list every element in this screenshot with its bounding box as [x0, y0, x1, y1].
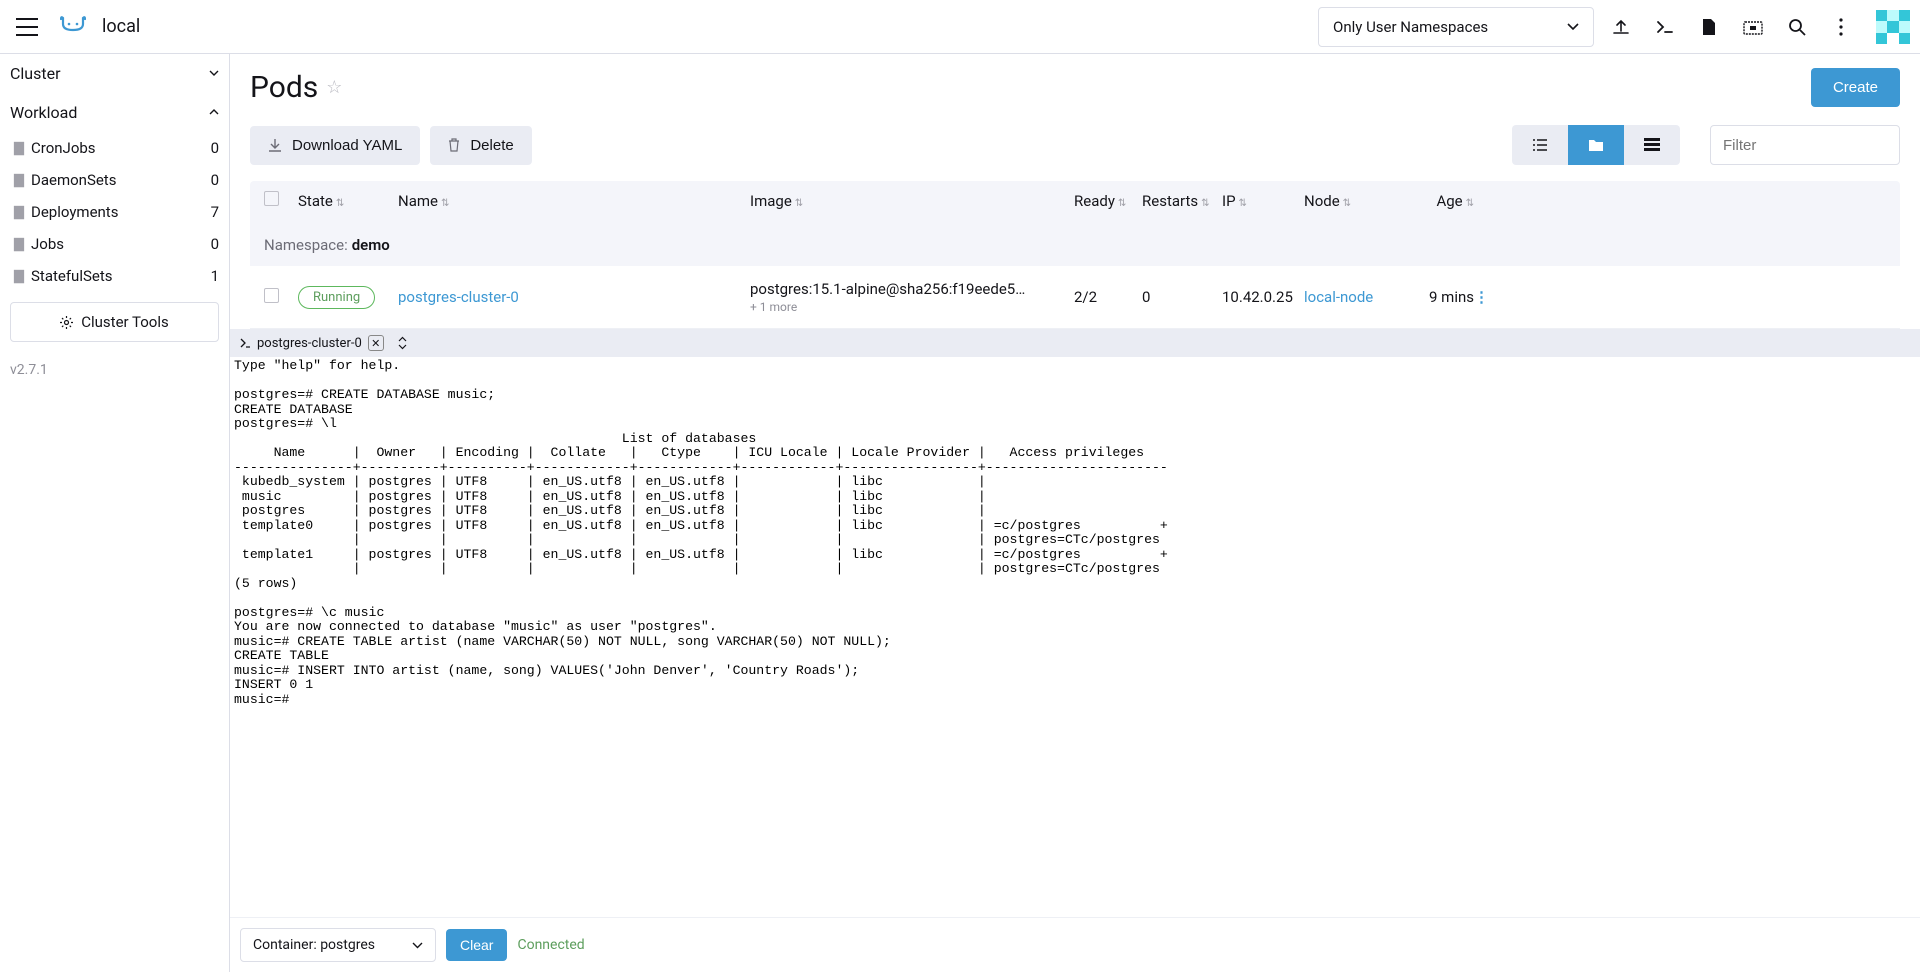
create-button[interactable]: Create [1811, 68, 1900, 107]
nav-item-daemonsets[interactable]: ▇DaemonSets 0 [0, 164, 229, 196]
filter-input[interactable] [1710, 125, 1900, 165]
expand-icon[interactable] [398, 336, 407, 350]
sort-icon: ⇅ [336, 198, 344, 209]
sidebar: Cluster Workload ▇CronJobs 0 ▇DaemonSets… [0, 54, 230, 972]
select-all-checkbox[interactable] [264, 191, 279, 206]
folder-icon: ▇ [14, 173, 24, 188]
download-yaml-button[interactable]: Download YAML [250, 126, 420, 165]
terminal-footer: Container: postgres Clear Connected [230, 917, 1920, 972]
col-name[interactable]: Name⇅ [398, 192, 750, 210]
sort-icon: ⇅ [1201, 198, 1209, 209]
view-list-button[interactable] [1512, 125, 1568, 165]
terminal-tab[interactable]: postgres-cluster-0 ✕ [240, 335, 384, 351]
folder-icon: ▇ [14, 237, 24, 252]
table-row: Running postgres-cluster-0 postgres:15.1… [250, 266, 1900, 329]
pod-age: 9 mins [1384, 288, 1474, 306]
search-icon[interactable] [1780, 10, 1814, 44]
col-state[interactable]: State⇅ [298, 192, 398, 210]
delete-button[interactable]: Delete [430, 126, 531, 165]
pod-image: postgres:15.1-alpine@sha256:f19eede5… [750, 280, 1074, 298]
nav-item-deployments[interactable]: ▇Deployments 7 [0, 196, 229, 228]
col-age[interactable]: Age⇅ [1384, 192, 1474, 210]
pod-ip: 10.42.0.25 [1222, 288, 1304, 306]
nav-group-workload[interactable]: Workload [0, 93, 229, 132]
download-icon [268, 138, 282, 152]
chevron-up-icon [209, 109, 219, 116]
col-ready[interactable]: Ready⇅ [1074, 192, 1142, 210]
sort-icon: ⇅ [1118, 198, 1126, 209]
menu-button[interactable] [10, 10, 44, 44]
folder-icon: ▇ [14, 205, 24, 220]
terminal-prompt-icon [240, 338, 251, 348]
folder-icon: ▇ [14, 269, 24, 284]
header: local Only User Namespaces [0, 0, 1920, 54]
namespace-row: Namespace: demo [250, 220, 1900, 266]
col-image[interactable]: Image⇅ [750, 192, 1074, 210]
row-menu-button[interactable]: ⋮ [1474, 288, 1489, 306]
pod-ready: 2/2 [1074, 288, 1142, 306]
folder-icon: ▇ [14, 141, 24, 156]
trash-icon [448, 138, 460, 152]
sort-icon: ⇅ [1343, 198, 1351, 209]
status-badge: Running [298, 286, 375, 309]
clear-button[interactable]: Clear [446, 929, 507, 961]
col-node[interactable]: Node⇅ [1304, 192, 1384, 210]
page-title: Pods ☆ [250, 70, 342, 105]
cluster-tools-button[interactable]: Cluster Tools [10, 302, 219, 342]
view-grid-button[interactable] [1624, 125, 1680, 165]
connection-status: Connected [517, 937, 584, 953]
sort-icon: ⇅ [795, 198, 803, 209]
row-checkbox[interactable] [264, 288, 279, 303]
view-folder-button[interactable] [1568, 125, 1624, 165]
chevron-down-icon [412, 942, 423, 949]
pod-restarts: 0 [1142, 288, 1222, 306]
table-header: State⇅ Name⇅ Image⇅ Ready⇅ Restarts⇅ IP⇅… [250, 181, 1900, 220]
logo [60, 14, 86, 40]
terminal-icon[interactable] [1648, 10, 1682, 44]
nav-item-cronjobs[interactable]: ▇CronJobs 0 [0, 132, 229, 164]
col-ip[interactable]: IP⇅ [1222, 192, 1304, 210]
chevron-down-icon [209, 70, 219, 77]
sort-icon: ⇅ [1239, 198, 1247, 209]
upload-icon[interactable] [1604, 10, 1638, 44]
more-icon[interactable] [1824, 10, 1858, 44]
pod-image-more: + 1 more [750, 300, 1074, 314]
pod-name-link[interactable]: postgres-cluster-0 [398, 288, 519, 306]
sort-icon: ⇅ [441, 198, 449, 209]
keyboard-icon[interactable] [1736, 10, 1770, 44]
gear-icon [60, 316, 73, 329]
star-icon[interactable]: ☆ [326, 77, 342, 98]
terminal-output[interactable]: Type "help" for help. postgres=# CREATE … [230, 357, 1920, 917]
nav-group-cluster[interactable]: Cluster [0, 54, 229, 93]
cluster-name: local [102, 16, 140, 37]
col-restarts[interactable]: Restarts⇅ [1142, 192, 1222, 210]
close-icon[interactable]: ✕ [368, 335, 384, 351]
view-toggle [1512, 125, 1680, 165]
main: Pods ☆ Create Download YAML Delete [230, 54, 1920, 972]
pod-node-link[interactable]: local-node [1304, 288, 1373, 306]
container-selector[interactable]: Container: postgres [240, 928, 436, 962]
sort-icon: ⇅ [1466, 198, 1474, 209]
document-icon[interactable] [1692, 10, 1726, 44]
namespace-selector-label: Only User Namespaces [1333, 18, 1488, 36]
avatar[interactable] [1876, 10, 1910, 44]
terminal-tab-bar: postgres-cluster-0 ✕ [230, 329, 1920, 357]
version-label: v2.7.1 [0, 352, 229, 388]
nav-item-jobs[interactable]: ▇Jobs 0 [0, 228, 229, 260]
chevron-down-icon [1567, 23, 1579, 31]
nav-item-statefulsets[interactable]: ▇StatefulSets 1 [0, 260, 229, 292]
namespace-selector[interactable]: Only User Namespaces [1318, 7, 1594, 47]
